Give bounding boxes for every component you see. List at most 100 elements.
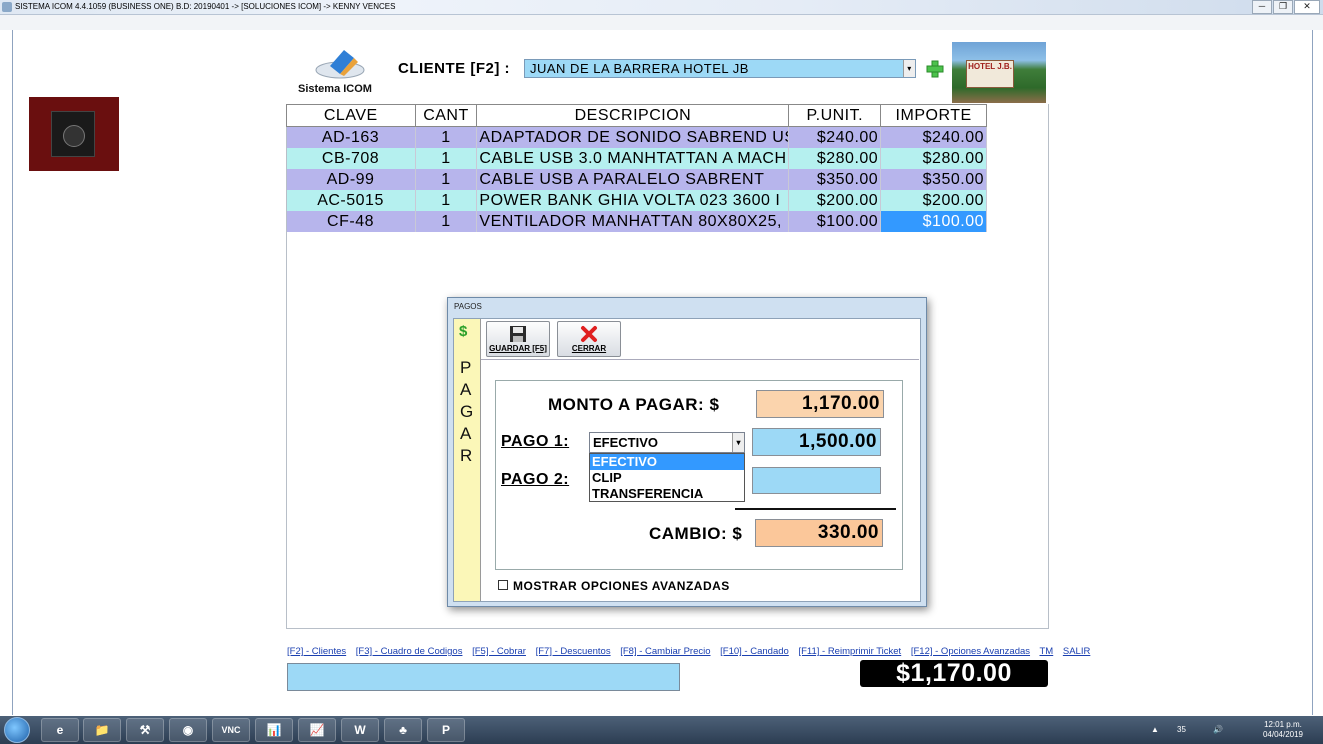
cell-cant[interactable]: 1 [415, 148, 478, 169]
pago2-amount-input[interactable] [752, 467, 881, 494]
clock[interactable]: 12:01 p.m. 04/04/2019 [1263, 720, 1303, 740]
window-title-bar: SISTEMA ICOM 4.4.1059 (BUSINESS ONE) B.D… [0, 0, 1323, 15]
cell-cant[interactable]: 1 [415, 126, 478, 148]
cell-clave[interactable]: CB-708 [286, 148, 416, 169]
advanced-options-checkbox[interactable]: MOSTRAR OPCIONES AVANZADAS [498, 579, 730, 593]
table-row[interactable]: CB-708 1 CABLE USB 3.0 MANHTATTAN A MACH… [286, 148, 987, 169]
maximize-button[interactable]: ❐ [1273, 0, 1293, 14]
link-tm[interactable]: TM [1040, 646, 1054, 657]
cliente-label: CLIENTE [F2] : [398, 60, 510, 77]
column-header-punit[interactable]: P.UNIT. [788, 104, 882, 127]
table-row[interactable]: CF-48 1 VENTILADOR MANHATTAN 80X80X25, $… [286, 211, 987, 232]
cell-descripcion[interactable]: POWER BANK GHIA VOLTA 023 3600 I [476, 190, 790, 211]
shortcut-links: [F2] - Clientes [F3] - Cuadro de Codigos… [287, 646, 1090, 657]
add-client-plus-icon[interactable] [925, 59, 945, 79]
link-candado[interactable]: [F10] - Candado [720, 646, 789, 657]
cliente-select[interactable]: JUAN DE LA BARRERA HOTEL JB ▾ [524, 59, 916, 78]
start-button[interactable] [4, 717, 30, 743]
game-icon[interactable]: ♣ [384, 718, 422, 742]
cell-clave[interactable]: AC-5015 [286, 190, 416, 211]
cell-descripcion[interactable]: ADAPTADOR DE SONIDO SABREND US [476, 126, 790, 148]
pago1-method-value: EFECTIVO [593, 435, 659, 450]
option-transferencia[interactable]: TRANSFERENCIA [590, 486, 744, 502]
cell-importe[interactable]: $240.00 [880, 126, 987, 148]
table-row[interactable]: AC-5015 1 POWER BANK GHIA VOLTA 023 3600… [286, 190, 987, 211]
clock-time: 12:01 p.m. [1264, 720, 1302, 729]
link-cobrar[interactable]: [F5] - Cobrar [472, 646, 526, 657]
ie-icon[interactable]: e [41, 718, 79, 742]
link-reimprimir-ticket[interactable]: [F11] - Reimprimir Ticket [798, 646, 901, 657]
link-descuentos[interactable]: [F7] - Descuentos [536, 646, 611, 657]
option-clip[interactable]: CLIP [590, 470, 744, 486]
cliente-value: JUAN DE LA BARRERA HOTEL JB [530, 61, 749, 76]
cambio-field: 330.00 [755, 519, 883, 547]
window-frame-top [0, 15, 1323, 30]
link-cambiar-precio[interactable]: [F8] - Cambiar Precio [620, 646, 710, 657]
pagar-side-strip: $ PAGAR [454, 319, 481, 601]
chart-app-2-icon[interactable]: 📈 [298, 718, 336, 742]
folder-icon[interactable]: 📁 [83, 718, 121, 742]
powerpoint-icon[interactable]: P [427, 718, 465, 742]
tools-icon[interactable]: ⚒ [126, 718, 164, 742]
cell-clave[interactable]: AD-163 [286, 126, 416, 148]
cell-descripcion[interactable]: CABLE USB 3.0 MANHTATTAN A MACH [476, 148, 790, 169]
column-header-descripcion[interactable]: DESCRIPCION [476, 104, 790, 127]
chart-app-icon[interactable]: 📊 [255, 718, 293, 742]
chevron-down-icon[interactable]: ▾ [732, 433, 744, 452]
column-header-clave[interactable]: CLAVE [286, 104, 416, 127]
close-button[interactable]: ✕ [1294, 0, 1320, 14]
cell-cant[interactable]: 1 [415, 169, 478, 190]
cell-cant[interactable]: 1 [415, 190, 478, 211]
advanced-options-label: MOSTRAR OPCIONES AVANZADAS [513, 579, 730, 593]
cell-importe-selected[interactable]: $100.00 [880, 211, 987, 232]
tray-count[interactable]: 35 [1177, 725, 1186, 734]
link-cuadro-codigos[interactable]: [F3] - Cuadro de Codigos [356, 646, 463, 657]
checkbox-box[interactable] [498, 580, 508, 590]
cell-descripcion[interactable]: CABLE USB A PARALELO SABRENT [476, 169, 790, 190]
cell-descripcion[interactable]: VENTILADOR MANHATTAN 80X80X25, [476, 211, 790, 232]
pago1-method-select[interactable]: EFECTIVO ▾ [589, 432, 745, 453]
guardar-button[interactable]: GUARDAR [F5] [486, 321, 550, 357]
cell-punit[interactable]: $100.00 [788, 211, 882, 232]
cerrar-label: CERRAR [571, 344, 607, 353]
link-opciones-avanzadas[interactable]: [F12] - Opciones Avanzadas [911, 646, 1030, 657]
table-row[interactable]: AD-99 1 CABLE USB A PARALELO SABRENT $35… [286, 169, 987, 190]
cell-clave[interactable]: CF-48 [286, 211, 416, 232]
cell-punit[interactable]: $280.00 [788, 148, 882, 169]
cell-cant[interactable]: 1 [415, 211, 478, 232]
cell-punit[interactable]: $200.00 [788, 190, 882, 211]
word-icon[interactable]: W [341, 718, 379, 742]
status-input[interactable] [287, 663, 680, 691]
column-header-importe[interactable]: IMPORTE [880, 104, 987, 127]
column-header-cant[interactable]: CANT [414, 104, 478, 127]
link-salir[interactable]: SALIR [1063, 646, 1090, 657]
table-row[interactable]: AD-163 1 ADAPTADOR DE SONIDO SABREND US … [286, 126, 987, 148]
client-photo: HOTEL J.B. [952, 42, 1046, 103]
cell-punit[interactable]: $350.00 [788, 169, 882, 190]
cell-clave[interactable]: AD-99 [286, 169, 416, 190]
side-word-letter: G [460, 402, 474, 421]
cerrar-button[interactable]: CERRAR [557, 321, 621, 357]
chevron-down-icon[interactable]: ▾ [903, 60, 915, 77]
pago1-amount-input[interactable]: 1,500.00 [752, 428, 881, 456]
product-image [29, 97, 119, 171]
pago1-label: PAGO 1: [501, 433, 570, 450]
cell-punit[interactable]: $240.00 [788, 126, 882, 148]
minimize-button[interactable]: ─ [1252, 0, 1272, 14]
cell-importe[interactable]: $200.00 [880, 190, 987, 211]
total-separator-line [735, 508, 896, 510]
vnc-icon[interactable]: VNC [212, 718, 250, 742]
cambio-label: CAMBIO: $ [649, 524, 743, 543]
logo-text: Sistema ICOM [298, 83, 372, 95]
cell-importe[interactable]: $350.00 [880, 169, 987, 190]
fan-graphic [63, 125, 85, 147]
option-efectivo[interactable]: EFECTIVO [590, 454, 744, 470]
side-word-pagar: PAGAR [460, 357, 473, 467]
chrome-icon[interactable]: ◉ [169, 718, 207, 742]
volume-icon[interactable]: 🔊 [1213, 725, 1223, 734]
side-word-letter: A [460, 380, 472, 399]
close-x-icon [580, 325, 598, 343]
cell-importe[interactable]: $280.00 [880, 148, 987, 169]
tray-show-hidden-icon[interactable]: ▲ [1151, 725, 1159, 734]
link-clientes[interactable]: [F2] - Clientes [287, 646, 346, 657]
